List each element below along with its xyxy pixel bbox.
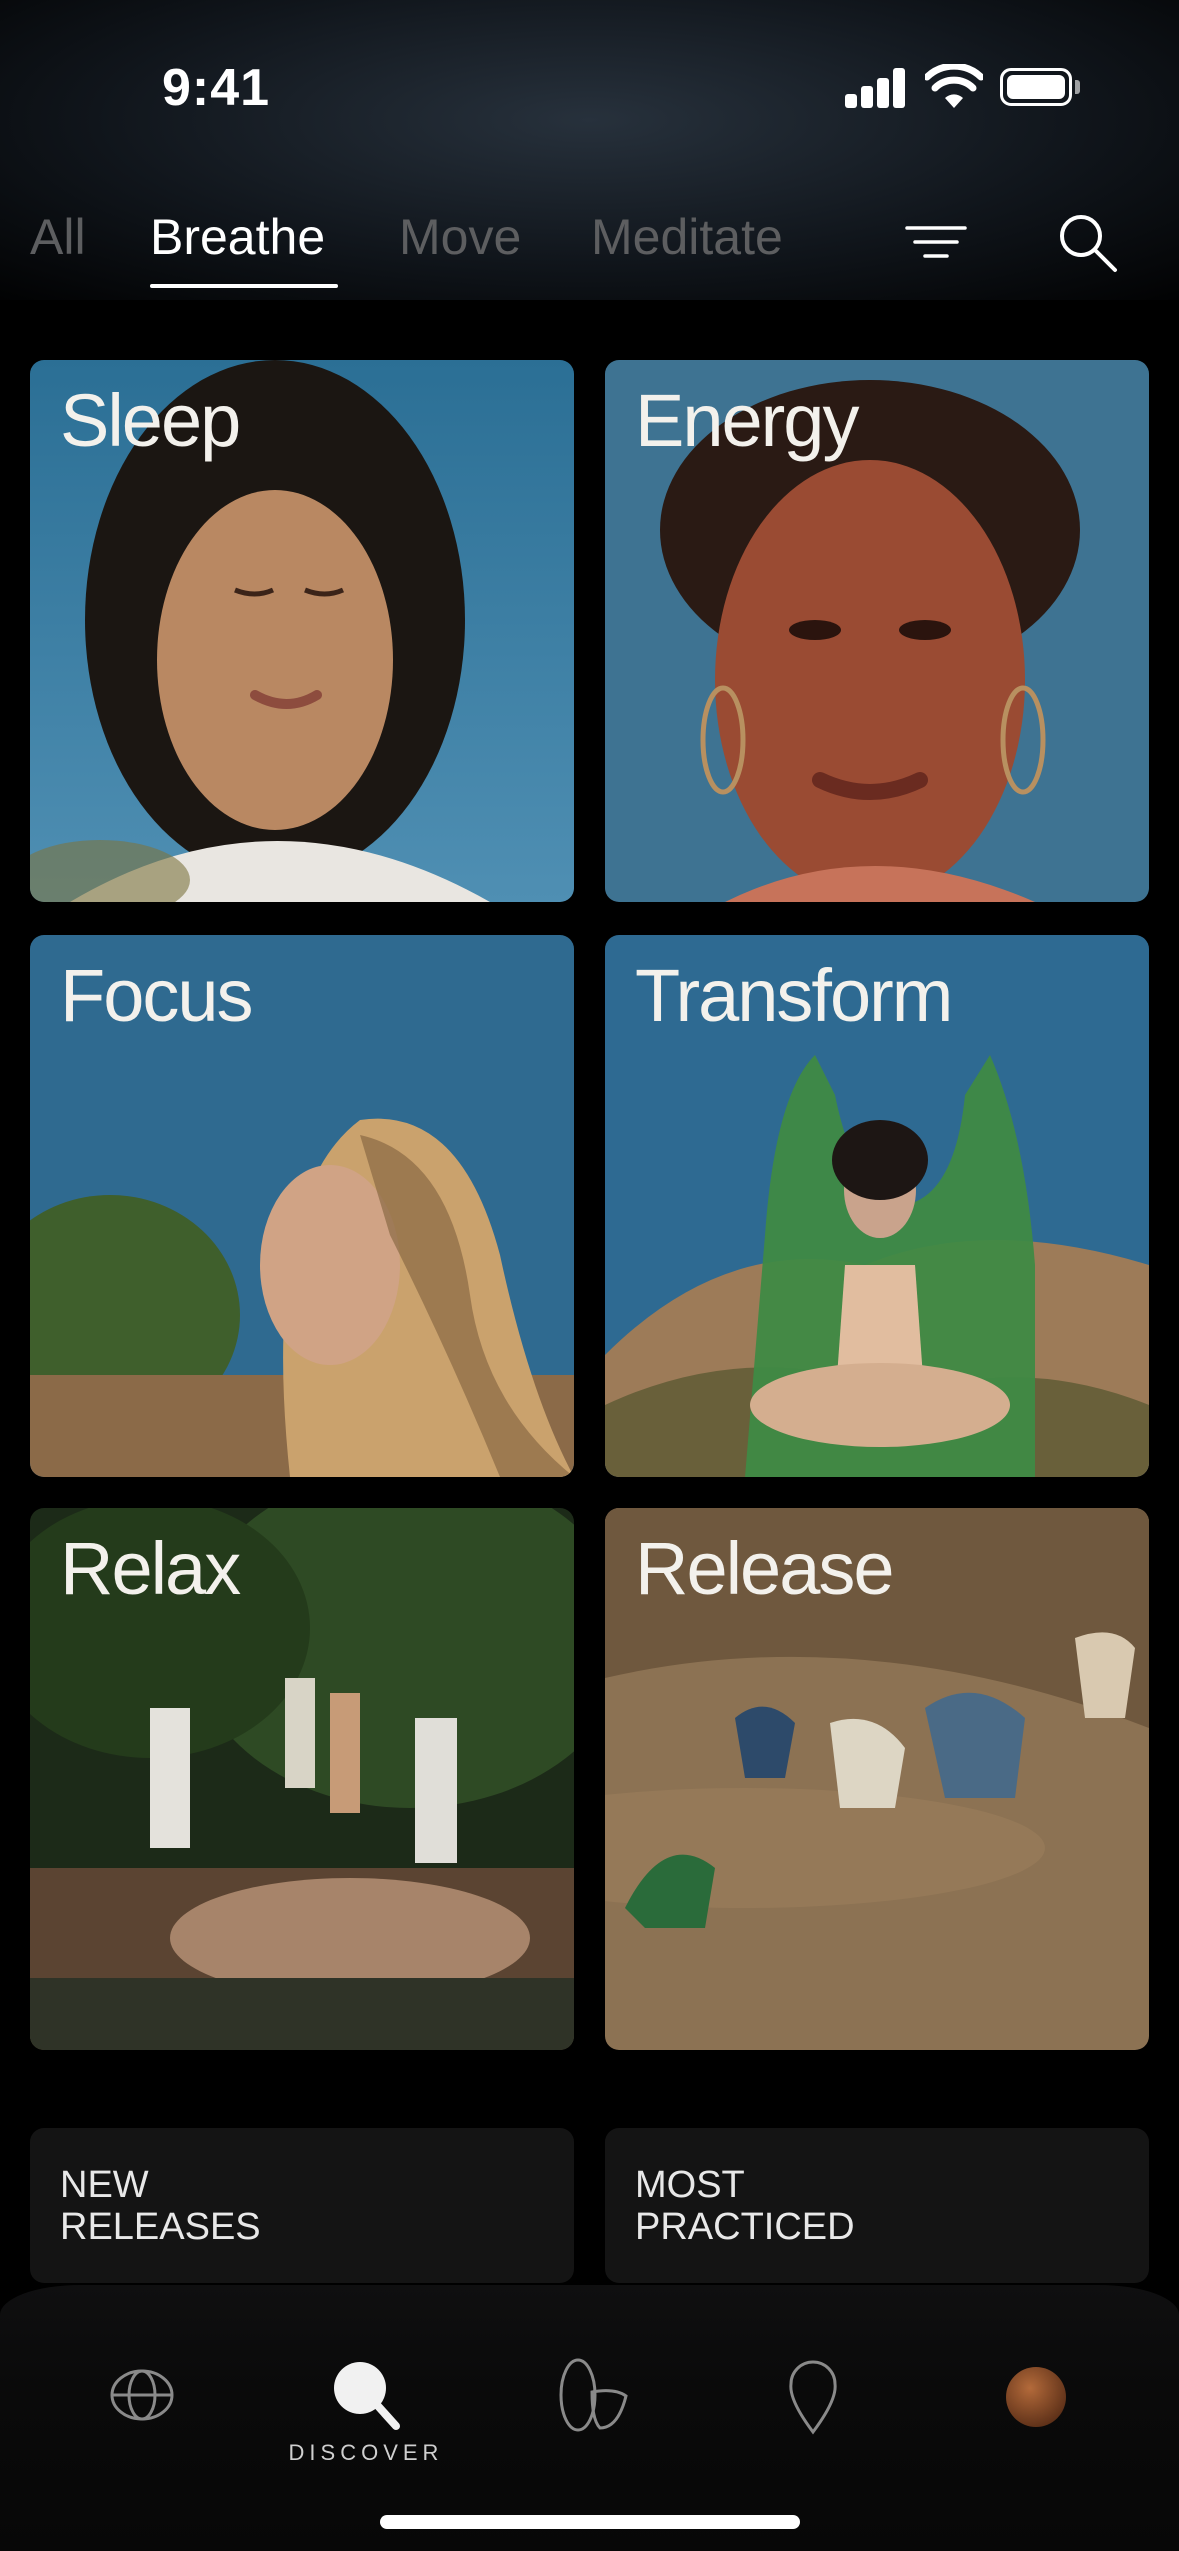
new-releases-label: NEW RELEASES bbox=[60, 2164, 261, 2248]
category-label-transform: Transform bbox=[635, 954, 953, 1037]
search-icon[interactable] bbox=[1055, 210, 1119, 274]
profile-avatar[interactable] bbox=[986, 2350, 1086, 2440]
battery-icon bbox=[1000, 68, 1072, 106]
category-label-focus: Focus bbox=[60, 954, 254, 1037]
category-label-release: Release bbox=[635, 1527, 895, 1610]
category-label-energy: Energy bbox=[635, 379, 859, 462]
most-practiced-label: MOST PRACTICED bbox=[635, 2164, 855, 2248]
category-card-sleep[interactable]: Sleep bbox=[30, 360, 574, 902]
category-label-sleep: Sleep bbox=[60, 379, 241, 462]
filter-icon[interactable] bbox=[905, 222, 967, 262]
active-tab-indicator bbox=[150, 284, 338, 288]
bottom-navigation: DISCOVER bbox=[0, 2285, 1179, 2551]
discover-label: DISCOVER bbox=[288, 2440, 444, 2465]
category-label-relax: Relax bbox=[60, 1527, 241, 1610]
most-practiced-card[interactable]: MOST PRACTICED bbox=[605, 2128, 1149, 2283]
category-tabs: All Breathe Move Meditate bbox=[0, 200, 1179, 300]
category-card-energy[interactable]: Energy bbox=[605, 360, 1149, 902]
tab-meditate[interactable]: Meditate bbox=[591, 208, 783, 266]
home-indicator[interactable] bbox=[380, 2515, 800, 2529]
category-card-focus[interactable]: Focus bbox=[30, 935, 574, 1477]
discover-search-icon[interactable] bbox=[316, 2350, 416, 2440]
wifi-icon bbox=[925, 64, 983, 108]
battery-cap bbox=[1075, 80, 1080, 94]
cellular-signal-icon bbox=[845, 68, 907, 108]
location-pin-icon[interactable] bbox=[763, 2350, 863, 2440]
tab-all[interactable]: All bbox=[30, 208, 86, 266]
practice-icon[interactable] bbox=[540, 2350, 640, 2440]
category-card-relax[interactable]: Relax bbox=[30, 1508, 574, 2050]
status-time: 9:41 bbox=[162, 59, 271, 117]
tab-move[interactable]: Move bbox=[399, 208, 521, 266]
globe-icon[interactable] bbox=[92, 2350, 192, 2440]
category-card-release[interactable]: Release bbox=[605, 1508, 1149, 2050]
category-card-transform[interactable]: Transform bbox=[605, 935, 1149, 1477]
new-releases-card[interactable]: NEW RELEASES bbox=[30, 2128, 574, 2283]
status-bar: 9:41 bbox=[0, 0, 1179, 175]
tab-breathe[interactable]: Breathe bbox=[150, 208, 325, 266]
